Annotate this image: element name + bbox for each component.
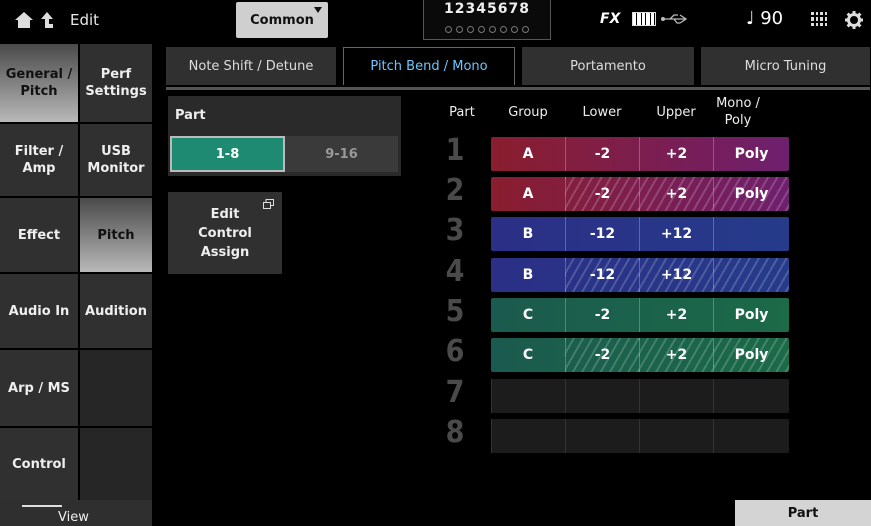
sidebar-pitch[interactable]: Pitch [80, 198, 152, 272]
tab-micro-tuning[interactable]: Micro Tuning [701, 47, 870, 85]
cell-mono-poly[interactable] [713, 258, 789, 292]
cell-mono-poly[interactable]: Poly [713, 177, 789, 211]
row-part-number: 1 [445, 133, 465, 168]
tab-pitch-bend-mono[interactable]: Pitch Bend / Mono [343, 47, 515, 85]
cell-group[interactable]: B [491, 217, 565, 251]
part-range-9-16-button[interactable]: 9-16 [285, 136, 398, 172]
sidebar-audio-in[interactable]: Audio In [0, 274, 78, 348]
keyboard-icon [632, 12, 656, 26]
cell-lower[interactable] [565, 419, 639, 453]
table-row[interactable]: A -2 +2 Poly [491, 177, 789, 211]
view-indicator-line [22, 505, 62, 507]
cell-mono-poly[interactable] [713, 217, 789, 251]
row-part-number: 4 [445, 254, 465, 289]
view-button[interactable]: View [0, 500, 152, 526]
cell-upper[interactable] [639, 419, 713, 453]
row-part-number: 5 [445, 294, 465, 329]
gear-icon[interactable] [845, 11, 863, 29]
table-row[interactable]: A -2 +2 Poly [491, 137, 789, 171]
cell-mono-poly[interactable]: Poly [713, 137, 789, 171]
sidebar-perf-settings[interactable]: Perf Settings [80, 44, 152, 122]
cell-lower[interactable]: -12 [565, 217, 639, 251]
cell-group[interactable] [491, 419, 565, 453]
part-numbers: 12345678 [444, 1, 530, 17]
table-row[interactable]: B -12 +12 [491, 217, 789, 251]
popup-window-icon [263, 199, 274, 209]
cell-group[interactable]: C [491, 298, 565, 332]
header-mono-poly: Mono / Poly [716, 96, 760, 128]
cell-group[interactable]: A [491, 137, 565, 171]
quick-access-grid-icon[interactable] [811, 12, 827, 26]
part-number-indicator: 12345678 [423, 0, 551, 40]
cell-group[interactable]: A [491, 177, 565, 211]
home-icon[interactable] [14, 11, 34, 29]
sidebar-control[interactable]: Control [0, 428, 78, 500]
header-lower: Lower [582, 105, 622, 120]
row-part-number: 8 [445, 415, 465, 450]
usb-icon [661, 14, 688, 24]
tab-underline [166, 87, 870, 90]
cell-group[interactable]: C [491, 338, 565, 372]
top-bar: Edit Common 12345678 FX ♩ 90 [0, 0, 871, 40]
part-button[interactable]: Part [735, 500, 871, 526]
fx-indicator: FX [600, 11, 621, 27]
up-arrow-icon[interactable] [40, 11, 54, 29]
header-part: Part [449, 105, 475, 120]
row-part-number: 7 [445, 375, 465, 410]
table-row[interactable]: B -12 +12 [491, 258, 789, 292]
tempo-display[interactable]: ♩ 90 [746, 8, 783, 29]
cell-mono-poly[interactable]: Poly [713, 298, 789, 332]
sidebar-arp-ms[interactable]: Arp / MS [0, 350, 78, 426]
sidebar-empty-2 [80, 428, 152, 500]
cell-upper[interactable]: +2 [639, 298, 713, 332]
common-button[interactable]: Common [236, 2, 328, 38]
row-part-number: 6 [445, 334, 465, 369]
sidebar-effect[interactable]: Effect [0, 198, 78, 272]
dropdown-triangle-icon [314, 7, 322, 13]
sidebar-filter-amp[interactable]: Filter / Amp [0, 124, 78, 196]
cell-mono-poly[interactable] [713, 379, 789, 413]
cell-lower[interactable]: -2 [565, 137, 639, 171]
cell-upper[interactable]: +2 [639, 338, 713, 372]
part-range-1-8-button[interactable]: 1-8 [170, 136, 285, 172]
row-part-number: 3 [445, 213, 465, 248]
cell-upper[interactable]: +12 [639, 258, 713, 292]
sidebar-general-pitch[interactable]: General / Pitch [0, 44, 78, 122]
part-panel-label: Part [175, 108, 206, 123]
edit-control-assign-button[interactable]: Edit Control Assign [168, 192, 282, 274]
cell-mono-poly[interactable] [713, 419, 789, 453]
cell-upper[interactable]: +12 [639, 217, 713, 251]
cell-lower[interactable]: -2 [565, 177, 639, 211]
header-group: Group [508, 105, 548, 120]
cell-lower[interactable]: -2 [565, 298, 639, 332]
table-row[interactable]: C -2 +2 Poly [491, 298, 789, 332]
table-row[interactable] [491, 419, 789, 453]
cell-upper[interactable] [639, 379, 713, 413]
tab-bar: Note Shift / Detune Pitch Bend / Mono Po… [166, 47, 870, 85]
cell-group[interactable]: B [491, 258, 565, 292]
cell-lower[interactable] [565, 379, 639, 413]
screen-title: Edit [70, 11, 100, 29]
cell-mono-poly[interactable]: Poly [713, 338, 789, 372]
tab-portamento[interactable]: Portamento [522, 47, 694, 85]
tab-note-shift-detune[interactable]: Note Shift / Detune [166, 47, 336, 85]
part-range-panel: Part 1-8 9-16 [168, 96, 401, 176]
sidebar-empty-1 [80, 350, 152, 426]
cell-lower[interactable]: -12 [565, 258, 639, 292]
part-dots [424, 26, 550, 33]
view-label: View [58, 510, 89, 525]
sidebar-usb-monitor[interactable]: USB Monitor [80, 124, 152, 196]
table-row[interactable] [491, 379, 789, 413]
row-part-number: 2 [445, 173, 465, 208]
cell-lower[interactable]: -2 [565, 338, 639, 372]
header-upper: Upper [656, 105, 696, 120]
cell-upper[interactable]: +2 [639, 137, 713, 171]
cell-group[interactable] [491, 379, 565, 413]
cell-upper[interactable]: +2 [639, 177, 713, 211]
edit-control-assign-label: Edit Control Assign [198, 206, 252, 260]
sidebar-audition[interactable]: Audition [80, 274, 152, 348]
common-label: Common [250, 12, 314, 28]
table-row[interactable]: C -2 +2 Poly [491, 338, 789, 372]
